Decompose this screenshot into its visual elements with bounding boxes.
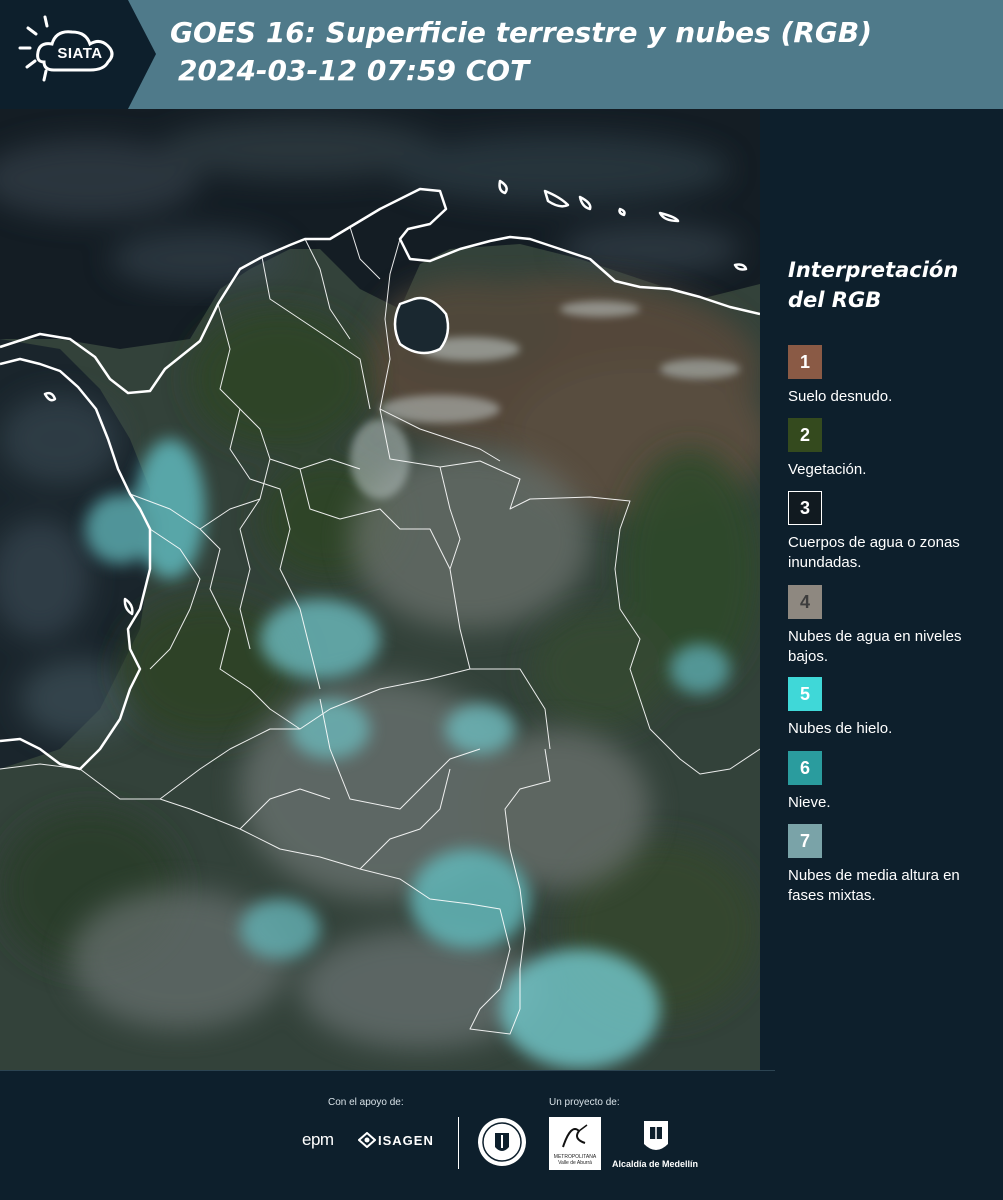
legend-item-bare-soil: 1 Suelo desnudo. (788, 345, 998, 407)
legend-item-snow: 6 Nieve. (788, 751, 998, 813)
legend-swatch: 4 (788, 585, 822, 619)
legend-label: Vegetación. (788, 461, 867, 478)
alcaldia-logo-text: Alcaldía de Medellín (612, 1159, 699, 1169)
legend-item-water-bodies: 3 Cuerpos de agua o zonas inundadas. (788, 491, 998, 573)
rgb-satellite-image (0, 109, 760, 1070)
siata-logo: SIATA (0, 0, 156, 109)
legend-title: Interpretación del RGB (788, 255, 995, 315)
header-bar: SIATA GOES 16: Superficie terrestre y nu… (0, 0, 1003, 109)
legend-swatch: 7 (788, 824, 822, 858)
legend-title-line2: del RGB (788, 288, 882, 312)
alcaldia-shield-icon (644, 1121, 668, 1150)
footer-divider (0, 1070, 775, 1071)
legend-label: Suelo desnudo. (788, 388, 893, 405)
legend-label: Cuerpos de agua o zonas inundadas. (788, 534, 960, 571)
support-label: Con el apoyo de: (328, 1097, 404, 1108)
isagen-logo: ISAGEN (378, 1133, 434, 1148)
legend-label: Nubes de hielo. (788, 720, 893, 737)
isagen-icon (358, 1132, 376, 1148)
title-product: GOES 16: Superficie terrestre y nubes (R… (170, 16, 873, 49)
legend-swatch: 3 (788, 491, 822, 525)
legend-swatch: 6 (788, 751, 822, 785)
rgb-legend: Interpretación del RGB 1 Suelo desnudo. … (770, 255, 995, 904)
area-metropolitana-text: METROPOLITANA Valle de Aburrá (553, 1154, 597, 1166)
page-title: GOES 16: Superficie terrestre y nubes (R… (170, 14, 872, 90)
university-seal-icon (478, 1118, 526, 1166)
legend-label: Nubes de agua en niveles bajos. (788, 628, 962, 665)
footer: Con el apoyo de: Un proyecto de: epm ISA… (0, 1070, 1003, 1200)
legend-label: Nubes de media altura en fases mixtas. (788, 867, 960, 904)
project-label: Un proyecto de: (549, 1097, 620, 1108)
legend-swatch: 1 (788, 345, 822, 379)
legend-swatch: 5 (788, 677, 822, 711)
legend-item-vegetation: 2 Vegetación. (788, 418, 998, 480)
legend-item-mixed-clouds: 7 Nubes de media altura en fases mixtas. (788, 824, 998, 906)
epm-logo: epm (302, 1130, 334, 1149)
legend-swatch: 2 (788, 418, 822, 452)
footer-vertical-divider (458, 1117, 459, 1169)
title-timestamp: 2024-03-12 07:59 COT (178, 54, 530, 87)
legend-label: Nieve. (788, 794, 831, 811)
satellite-map (0, 109, 760, 1070)
legend-title-line1: Interpretación (788, 258, 959, 282)
siata-logo-text: SIATA (57, 45, 103, 62)
legend-item-ice-clouds: 5 Nubes de hielo. (788, 677, 998, 739)
legend-item-low-clouds: 4 Nubes de agua en niveles bajos. (788, 585, 998, 667)
